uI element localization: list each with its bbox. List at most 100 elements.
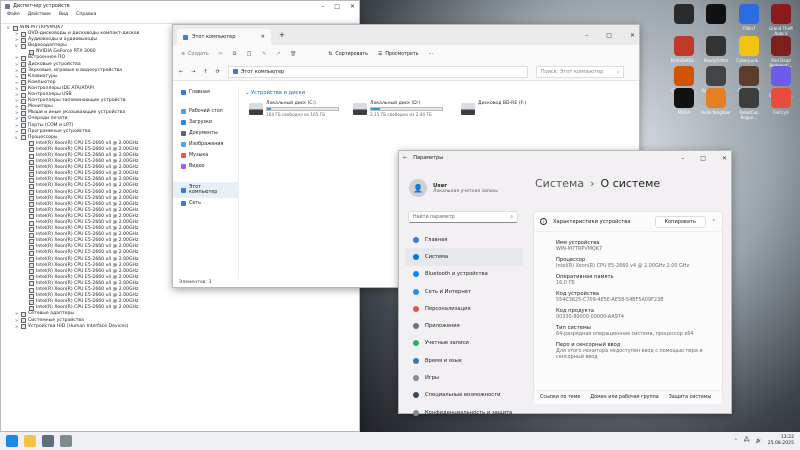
- user-card[interactable]: 👤 User Локальная учетная запись: [409, 179, 498, 197]
- desktop-icon[interactable]: RobotCop Rogue...: [733, 88, 765, 120]
- taskbar-device-manager-icon[interactable]: [60, 435, 72, 447]
- minimize-button[interactable]: –: [321, 3, 324, 10]
- network-icon[interactable]: 🖧: [744, 437, 750, 445]
- breadcrumb-system[interactable]: Система: [535, 177, 584, 190]
- settings-nav-item[interactable]: Конфиденциальность и защита: [405, 404, 523, 421]
- drive-item[interactable]: Локальный диск (C:) 164 ГБ свободно из 16…: [249, 101, 339, 117]
- spec-value: WIN-M7TRPVMQK7: [556, 246, 603, 252]
- nav-item[interactable]: Документы: [173, 128, 238, 139]
- section-header[interactable]: ⌄ Устройства и диски: [245, 90, 305, 96]
- up-icon[interactable]: ↑: [203, 69, 207, 75]
- cut-icon[interactable]: ✂: [219, 52, 223, 57]
- minimize-button[interactable]: –: [681, 155, 684, 162]
- menu-action[interactable]: Действие: [28, 12, 51, 17]
- close-button[interactable]: ✕: [630, 32, 635, 39]
- clock[interactable]: 13:22 25.08.2025: [768, 435, 794, 447]
- settings-nav-item[interactable]: Время и язык: [405, 352, 523, 369]
- desktop-icon[interactable]: [700, 4, 732, 26]
- tree-node[interactable]: > Устройства HID (Human Interface Devices…: [3, 324, 357, 330]
- desktop-icon[interactable]: MAFIA: [668, 88, 700, 115]
- system-protection-link[interactable]: Защита системы: [669, 395, 711, 400]
- chevron-up-icon[interactable]: ⌃: [712, 219, 716, 225]
- back-icon[interactable]: ←: [179, 69, 183, 75]
- taskbar-settings-icon[interactable]: [42, 435, 54, 447]
- settings-nav-item[interactable]: Учетные записи: [405, 335, 523, 352]
- close-button[interactable]: ✕: [350, 3, 355, 10]
- forward-icon[interactable]: →: [191, 69, 195, 75]
- spec-value: Intel(R) Xeon(R) CPU E5-2660 v4 @ 2.00GH…: [556, 263, 690, 269]
- menu-view[interactable]: Вид: [59, 12, 68, 17]
- spec-value: 00330-80000-00000-AA974: [556, 314, 625, 320]
- drive-item[interactable]: Дисковод BD-RE (F:): [461, 101, 551, 115]
- settings-nav-item[interactable]: Главная: [405, 231, 523, 248]
- device-manager-titlebar[interactable]: Диспетчер устройств – □ ✕: [1, 1, 359, 11]
- volume-icon[interactable]: 🔊: [755, 438, 761, 444]
- taskbar-explorer-icon[interactable]: [24, 435, 36, 447]
- settings-search[interactable]: Найти параметр ⌕: [408, 211, 518, 223]
- delete-icon[interactable]: 🗑: [290, 52, 296, 57]
- taskbar-start-icon[interactable]: [6, 435, 18, 447]
- maximize-button[interactable]: □: [700, 155, 706, 162]
- settings-nav-item[interactable]: Игры: [405, 369, 523, 386]
- desktop-icon[interactable]: Grand Theft Auto V: [765, 4, 797, 36]
- address-field[interactable]: Этот компьютер: [227, 65, 528, 78]
- copy-icon[interactable]: ⧉: [233, 51, 236, 57]
- nav-item[interactable]: Изображения: [173, 139, 238, 150]
- share-icon[interactable]: ↗: [276, 52, 280, 57]
- device-icon: [29, 263, 34, 269]
- refresh-icon[interactable]: ⟳: [216, 69, 220, 75]
- explorer-tab[interactable]: Этот компьютер ✕: [177, 29, 271, 45]
- chevron-up-icon[interactable]: ⌃: [734, 438, 738, 444]
- nav-item[interactable]: Сеть: [173, 198, 238, 209]
- menu-file[interactable]: Файл: [7, 12, 20, 17]
- settings-nav-item[interactable]: Приложения: [405, 317, 523, 334]
- computer-icon: [183, 34, 188, 40]
- nav-item[interactable]: Видео: [173, 161, 238, 172]
- desktop-icon[interactable]: ReadyOrNot: [700, 36, 732, 63]
- nav-item[interactable]: Этот компьютер: [173, 182, 238, 198]
- desktop-icon[interactable]: [668, 4, 700, 26]
- settings-nav-item[interactable]: Bluetooth и устройства: [405, 266, 523, 283]
- maximize-button[interactable]: □: [334, 3, 340, 10]
- menu-help[interactable]: Справка: [76, 12, 96, 17]
- close-tab-icon[interactable]: ✕: [261, 34, 265, 40]
- settings-titlebar[interactable]: ← Параметры – □ ✕: [399, 151, 731, 165]
- drive-free-space: 2,15 ТБ свободно из 2,44 ТБ: [370, 112, 432, 117]
- new-tab-button[interactable]: +: [279, 31, 285, 39]
- nav-item[interactable]: Музыка: [173, 150, 238, 161]
- back-icon[interactable]: ←: [403, 155, 407, 161]
- rename-icon[interactable]: ✎: [262, 52, 266, 57]
- copy-button[interactable]: Копировать: [654, 215, 706, 228]
- search-field[interactable]: Поиск: Этот компьютер ⌕: [535, 65, 624, 78]
- settings-nav-item[interactable]: Система: [405, 248, 523, 266]
- minimize-button[interactable]: –: [585, 32, 588, 39]
- maximize-button[interactable]: □: [606, 32, 612, 39]
- view-button[interactable]: ☰ Просмотреть: [378, 52, 419, 57]
- device-icon: [29, 208, 34, 214]
- nav-item[interactable]: Главная: [173, 87, 238, 98]
- desktop-icon[interactable]: Red Dead Redempti...: [765, 36, 797, 68]
- drive-item[interactable]: Локальный диск (D:) 2,15 ТБ свободно из 2…: [353, 101, 443, 117]
- desktop-icon[interactable]: MafiaDefEd...: [668, 36, 700, 63]
- settings-nav-item[interactable]: Сеть и Интернет: [405, 283, 523, 300]
- domain-link[interactable]: Домен или рабочая группа: [590, 395, 658, 400]
- sort-button[interactable]: ⇅ Сортировать: [328, 52, 368, 57]
- settings-nav-item[interactable]: Персонализация: [405, 300, 523, 317]
- taskbar-apps: [0, 435, 72, 447]
- nav-item[interactable]: Рабочий стол: [173, 106, 238, 117]
- device-icon: [21, 74, 26, 80]
- settings-nav-item[interactable]: Специальные возможности: [405, 387, 523, 404]
- paste-icon[interactable]: 📋: [246, 52, 252, 57]
- close-button[interactable]: ✕: [722, 155, 727, 162]
- settings-nav-icon: [413, 305, 419, 312]
- desktop-icon[interactable]: FarCry6: [765, 88, 797, 115]
- desktop-icon[interactable]: Cyberpunk...: [733, 36, 765, 63]
- device-icon: [29, 220, 34, 226]
- more-icon[interactable]: ···: [429, 52, 434, 57]
- drive-name: Локальный диск (D:): [370, 101, 421, 106]
- nav-item[interactable]: Загрузки: [173, 117, 238, 128]
- desktop-icon[interactable]: Hello Neighbor: [700, 88, 732, 115]
- new-button[interactable]: ⊕ Создать: [181, 52, 209, 57]
- spec-header[interactable]: i Характеристики устройства Копировать ⌃: [534, 212, 722, 232]
- desktop-icon[interactable]: Cfdin7: [733, 4, 765, 31]
